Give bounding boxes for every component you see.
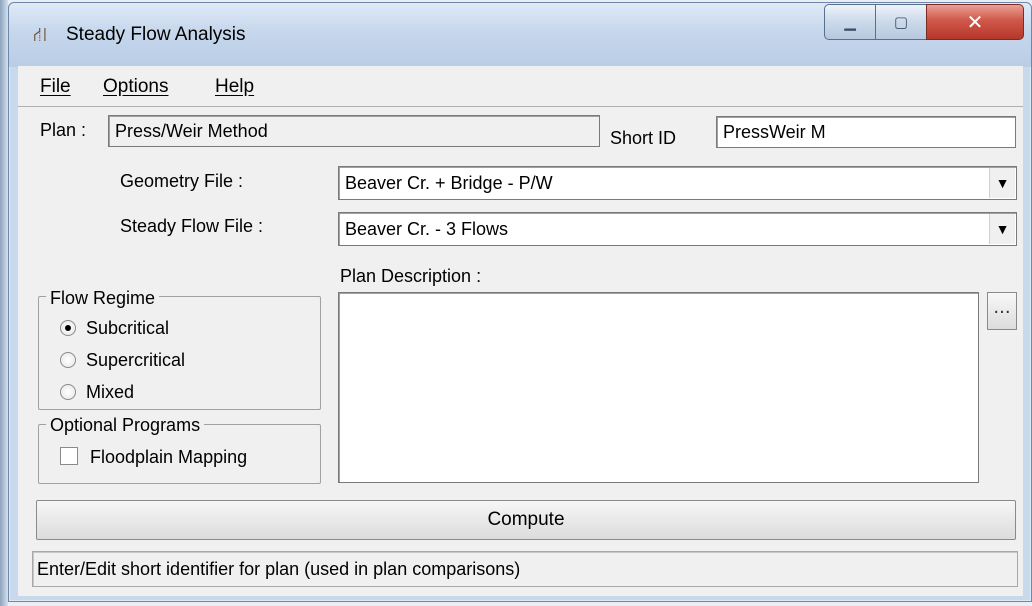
- geometry-file-label: Geometry File :: [120, 171, 244, 191]
- steady-flow-file-label: Steady Flow File :: [120, 216, 264, 236]
- steady-flow-file-select[interactable]: Beaver Cr. - 3 Flows ▼: [338, 212, 1017, 246]
- floodplain-mapping-checkbox[interactable]: [60, 447, 78, 465]
- radio-button[interactable]: [60, 352, 76, 368]
- subcritical-label: Subcritical: [86, 318, 170, 338]
- plan-description-label: Plan Description :: [340, 266, 482, 286]
- desktop-edge: [0, 0, 8, 606]
- minimize-icon: ▁: [844, 13, 856, 31]
- menu-separator: [18, 106, 1023, 107]
- geometry-file-value: Beaver Cr. + Bridge - P/W: [345, 173, 553, 193]
- menu-options[interactable]: Options: [103, 70, 168, 104]
- plan-label: Plan :: [40, 120, 87, 140]
- radio-button[interactable]: [60, 384, 76, 400]
- plan-description-textarea[interactable]: [338, 292, 979, 483]
- menu-file[interactable]: File: [40, 70, 71, 104]
- flow-regime-title: Flow Regime: [46, 287, 160, 309]
- chevron-down-icon[interactable]: ▼: [989, 168, 1015, 198]
- plan-title-field[interactable]: Press/Weir Method: [108, 115, 600, 147]
- close-button[interactable]: ✕: [926, 4, 1024, 40]
- supercritical-label: Supercritical: [86, 350, 186, 370]
- status-bar: Enter/Edit short identifier for plan (us…: [32, 551, 1018, 587]
- description-browse-button[interactable]: ...: [987, 292, 1017, 330]
- mixed-label: Mixed: [86, 382, 135, 402]
- menu-help[interactable]: Help: [215, 70, 254, 104]
- app-icon[interactable]: ⛙: [28, 22, 52, 46]
- plan-title-value: Press/Weir Method: [115, 121, 268, 141]
- close-icon: ✕: [966, 10, 984, 34]
- geometry-file-select[interactable]: Beaver Cr. + Bridge - P/W ▼: [338, 166, 1017, 200]
- radio-button[interactable]: [60, 320, 76, 336]
- short-id-value: PressWeir M: [723, 122, 826, 142]
- floodplain-mapping-option[interactable]: Floodplain Mapping: [60, 444, 300, 470]
- short-id-label: Short ID: [610, 128, 677, 148]
- menu-options-label: Options: [103, 76, 169, 97]
- short-id-input[interactable]: PressWeir M: [716, 116, 1016, 148]
- minimize-button[interactable]: ▁: [824, 4, 876, 40]
- radio-mixed[interactable]: Mixed: [60, 380, 180, 404]
- floodplain-mapping-label: Floodplain Mapping: [90, 447, 248, 467]
- optional-programs-title: Optional Programs: [46, 414, 205, 436]
- compute-button[interactable]: Compute: [36, 500, 1016, 540]
- window-title: Steady Flow Analysis: [66, 24, 246, 45]
- status-text: Enter/Edit short identifier for plan (us…: [37, 559, 521, 579]
- menu-file-label: File: [40, 76, 71, 97]
- maximize-icon: ▢: [893, 13, 909, 31]
- chevron-down-icon[interactable]: ▼: [989, 214, 1015, 244]
- radio-supercritical[interactable]: Supercritical: [60, 348, 260, 372]
- maximize-button[interactable]: ▢: [875, 4, 927, 40]
- menu-help-label: Help: [215, 76, 255, 97]
- radio-subcritical[interactable]: Subcritical: [60, 316, 240, 340]
- steady-flow-file-value: Beaver Cr. - 3 Flows: [345, 219, 509, 239]
